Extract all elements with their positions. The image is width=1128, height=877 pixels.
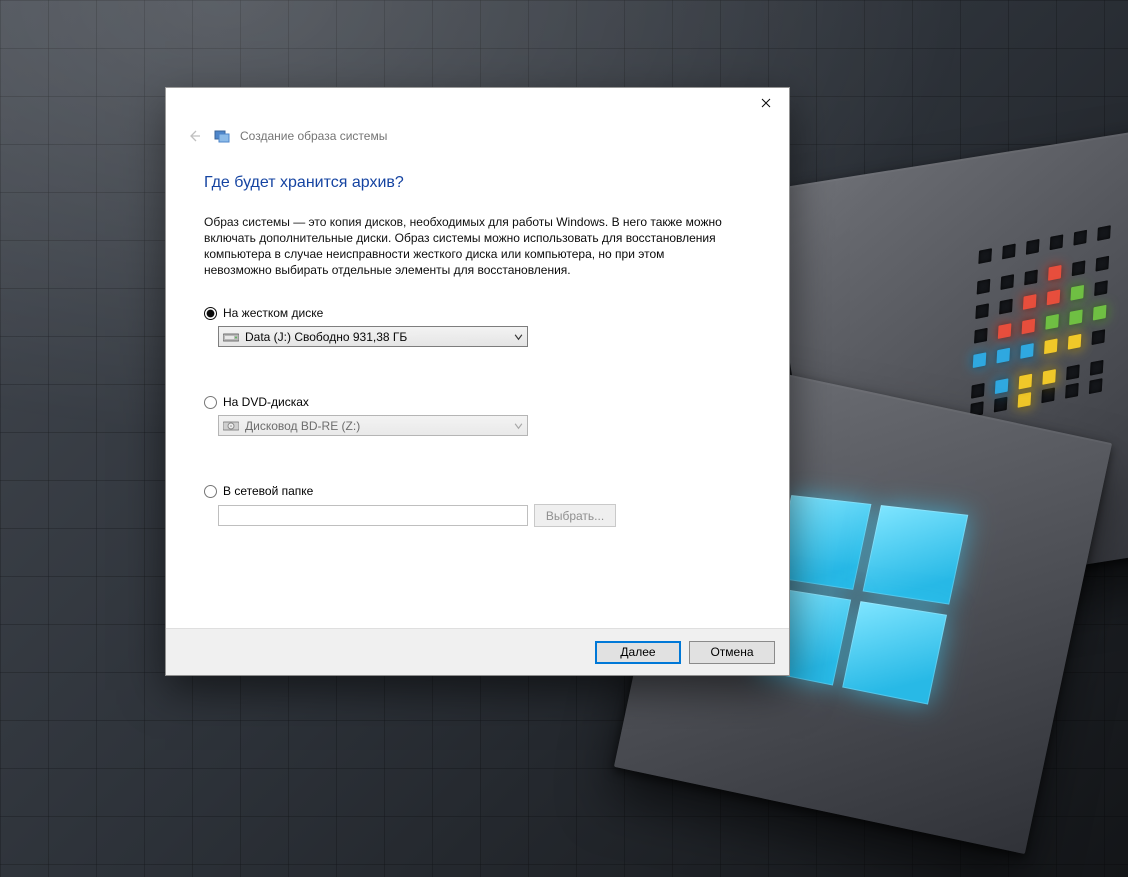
- cancel-button[interactable]: Отмена: [689, 641, 775, 664]
- page-description: Образ системы — это копия дисков, необхо…: [204, 214, 724, 278]
- dvd-drive-combo: Дисковод BD-RE (Z:): [218, 415, 528, 436]
- wizard-footer: Далее Отмена: [166, 628, 789, 675]
- radio-dvd-label: На DVD-дисках: [223, 395, 309, 409]
- option-group-dvd: На DVD-дисках Дисковод BD-RE (Z:): [204, 395, 751, 436]
- option-group-network: В сетевой папке Выбрать...: [204, 484, 751, 527]
- network-path-input: [218, 505, 528, 526]
- back-arrow-icon: [186, 128, 202, 144]
- hdd-drive-combo[interactable]: Data (J:) Свободно 931,38 ГБ: [218, 326, 528, 347]
- radio-network-label: В сетевой папке: [223, 484, 313, 498]
- radio-dvd[interactable]: На DVD-дисках: [204, 395, 751, 409]
- wizard-window: Создание образа системы Где будет хранит…: [165, 87, 790, 676]
- next-button[interactable]: Далее: [595, 641, 681, 664]
- chevron-down-icon: [514, 332, 523, 341]
- dvd-drive-value: Дисковод BD-RE (Z:): [245, 419, 360, 433]
- breadcrumb: Создание образа системы: [184, 126, 387, 146]
- close-icon: [761, 98, 771, 108]
- hdd-icon: [223, 331, 239, 343]
- radio-hdd[interactable]: На жестком диске: [204, 306, 751, 320]
- titlebar: [166, 88, 789, 118]
- desktop-background: Создание образа системы Где будет хранит…: [0, 0, 1128, 877]
- window-title: Создание образа системы: [240, 129, 387, 143]
- radio-hdd-input[interactable]: [204, 307, 217, 320]
- back-button[interactable]: [184, 126, 204, 146]
- page-heading: Где будет хранится архив?: [204, 174, 751, 192]
- hdd-drive-value: Data (J:) Свободно 931,38 ГБ: [245, 330, 407, 344]
- system-image-icon: [214, 128, 230, 144]
- radio-network[interactable]: В сетевой папке: [204, 484, 751, 498]
- close-button[interactable]: [743, 88, 789, 118]
- radio-network-input[interactable]: [204, 485, 217, 498]
- radio-dvd-input[interactable]: [204, 396, 217, 409]
- optical-drive-icon: [223, 420, 239, 432]
- option-group-hdd: На жестком диске Data (J:) Свободно 931,…: [204, 306, 751, 347]
- browse-button: Выбрать...: [534, 504, 616, 527]
- chevron-down-icon: [514, 421, 523, 430]
- radio-hdd-label: На жестком диске: [223, 306, 323, 320]
